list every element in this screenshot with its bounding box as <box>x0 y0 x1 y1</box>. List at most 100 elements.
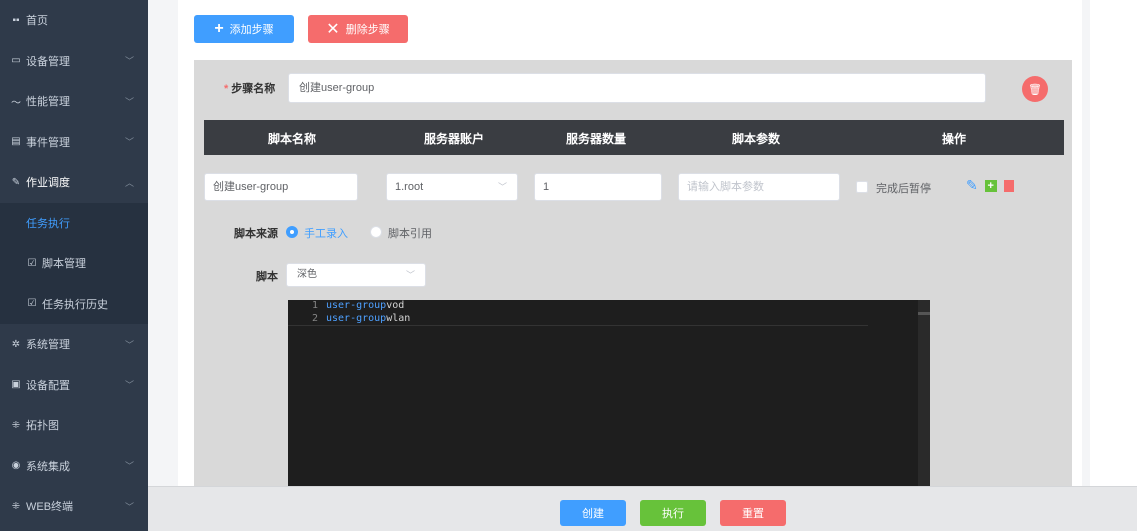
sidebar-item-label: 系统集成 <box>26 460 70 473</box>
add-step-label: 添加步骤 <box>229 24 274 36</box>
script-reference-label[interactable]: 脚本引用 <box>388 225 432 241</box>
create-button[interactable]: 创建 <box>560 500 626 526</box>
col-script-name: 脚本名称 <box>268 132 317 146</box>
sidebar-item-label: WEB终端 <box>26 501 74 514</box>
main-area: + 添加步骤 ✕ 删除步骤 * 步骤名称 创建user-group 🗑︎ 脚本名称… <box>148 0 1137 531</box>
code-text: vod <box>386 300 405 311</box>
step-name-label: * 步骤名称 <box>224 80 275 96</box>
required-mark: * <box>224 83 229 95</box>
topology-icon: ⁜ <box>11 419 21 431</box>
manual-input-radio[interactable] <box>286 226 298 238</box>
add-row-icon[interactable]: + <box>984 179 997 192</box>
add-step-button[interactable]: + 添加步骤 <box>194 15 294 43</box>
code-keyword: user-group <box>326 313 387 324</box>
manual-input-label[interactable]: 手工录入 <box>304 225 348 241</box>
chevron-down-icon: ﹀ <box>405 270 415 280</box>
chevron-down-icon: ﹀ <box>124 339 134 350</box>
theme-select[interactable]: 深色 ﹀ <box>286 263 426 287</box>
sidebar-item-7[interactable]: ☑ 任务执行历史 <box>0 283 148 324</box>
sidebar-item-12[interactable]: ⁜ WEB终端 ﹀ <box>0 486 148 527</box>
chevron-up-icon: ︿ <box>124 177 134 188</box>
sidebar-item-label: 作业调度 <box>26 177 70 190</box>
plus-icon: + <box>214 20 224 37</box>
col-actions: 操作 <box>942 132 967 146</box>
pencil-icon: ✎ <box>11 176 21 188</box>
account-select[interactable]: 1.root ﹀ <box>386 173 518 201</box>
config-icon: ▣ <box>11 379 21 391</box>
step-name-input[interactable]: 创建user-group <box>288 73 986 103</box>
sidebar-item-1[interactable]: ▭ 设备管理 ﹀ <box>0 41 148 82</box>
sidebar-item-4[interactable]: ✎ 作业调度 ︿ <box>0 162 148 203</box>
delete-step-button[interactable]: ✕ 删除步骤 <box>308 15 408 43</box>
edit-icon: ☑ <box>27 298 37 310</box>
col-account: 服务器账户 <box>424 132 485 146</box>
sidebar-item-label: 脚本管理 <box>42 258 86 271</box>
edit-icon[interactable]: ✎ <box>966 177 978 194</box>
theme-value: 深色 <box>297 269 317 280</box>
chevron-down-icon: ﹀ <box>497 182 507 192</box>
script-name-input[interactable]: 创建user-group <box>204 173 358 201</box>
terminal-icon: ⁜ <box>11 500 21 512</box>
right-strip <box>1090 0 1137 531</box>
delete-step-label: 删除步骤 <box>345 24 390 36</box>
editor-scrollbar[interactable] <box>918 300 930 500</box>
grid-icon: ▪▪ <box>12 14 20 26</box>
pause-checkbox[interactable] <box>856 181 868 193</box>
sidebar-item-label: 系统管理 <box>26 339 70 352</box>
line-number: 1 <box>311 300 318 311</box>
sidebar-item-10[interactable]: ⁜ 拓扑图 <box>0 405 148 446</box>
sidebar-item-8[interactable]: ✲ 系统管理 ﹀ <box>0 324 148 365</box>
code-keyword: user-group <box>326 300 387 311</box>
script-table-header: 脚本名称 服务器账户 服务器数量 脚本参数 操作 <box>204 120 1064 155</box>
pause-label: 完成后暂停 <box>876 183 931 195</box>
sidebar: ▪▪ 首页 ▭ 设备管理 ﹀ 〜性能管理 ﹀ ▤ 事件管理 ﹀ ✎ 作业调度 ︿ 任务执行 ☑ 脚本管理 ☑ 任务… <box>0 0 148 531</box>
reset-button[interactable]: 重置 <box>720 500 786 526</box>
location-icon: ◉ <box>11 460 21 472</box>
device-icon: ▭ <box>11 55 21 67</box>
chevron-down-icon: ﹀ <box>124 137 134 148</box>
script-params-input[interactable]: 请输入脚本参数 <box>678 173 840 201</box>
sidebar-item-label: 任务执行 <box>26 217 70 230</box>
sidebar-item-9[interactable]: ▣ 设备配置 ﹀ <box>0 365 148 406</box>
sidebar-item-3[interactable]: ▤ 事件管理 ﹀ <box>0 122 148 163</box>
chevron-down-icon: ﹀ <box>124 461 134 472</box>
sidebar-item-label: 任务执行历史 <box>42 298 108 311</box>
footer-bar: 创建 执行 重置 <box>148 486 1137 531</box>
script-reference-radio[interactable] <box>370 226 382 238</box>
step-name-label-text: 步骤名称 <box>231 83 276 95</box>
code-line: 1 user-group vod <box>288 300 930 313</box>
close-icon: ✕ <box>326 21 340 38</box>
sidebar-item-label: 性能管理 <box>26 96 70 109</box>
trash-icon: 🗑︎ <box>1028 83 1042 96</box>
sidebar-item-6[interactable]: ☑ 脚本管理 <box>0 243 148 284</box>
chevron-down-icon: ﹀ <box>124 56 134 67</box>
sidebar-item-5[interactable]: 任务执行 <box>0 202 148 243</box>
delete-row-icon[interactable] <box>1003 179 1014 192</box>
code-line: 2 user-group wlan <box>288 313 868 326</box>
chevron-down-icon: ﹀ <box>124 96 134 107</box>
server-count-input[interactable]: 1 <box>534 173 662 201</box>
chevron-down-icon: ﹀ <box>124 380 134 391</box>
sidebar-item-0[interactable]: ▪▪ 首页 <box>0 0 148 41</box>
code-editor[interactable]: 1 user-group vod 2 user-group wlan <box>288 300 930 500</box>
scrollbar-thumb[interactable] <box>918 312 930 315</box>
sidebar-item-2[interactable]: 〜性能管理 ﹀ <box>0 81 148 122</box>
col-params: 脚本参数 <box>732 132 781 146</box>
row-actions: ✎ + <box>966 177 1014 194</box>
remove-step-button[interactable]: 🗑︎ <box>1022 76 1048 102</box>
account-value: 1.root <box>395 181 424 193</box>
code-text: wlan <box>386 313 411 324</box>
trend-icon: 〜 <box>11 97 21 109</box>
chevron-down-icon: ﹀ <box>124 501 134 512</box>
sidebar-item-label: 设备管理 <box>26 55 70 68</box>
sidebar-item-11[interactable]: ◉ 系统集成 ﹀ <box>0 446 148 487</box>
script-source-label: 脚本来源 <box>234 228 278 240</box>
step-card: * 步骤名称 创建user-group 🗑︎ 脚本名称 服务器账户 服务器数量 脚… <box>194 60 1072 500</box>
sidebar-item-label: 事件管理 <box>26 136 70 149</box>
line-number: 2 <box>311 313 318 324</box>
script-label: 脚本 <box>256 271 278 283</box>
event-icon: ▤ <box>11 136 21 148</box>
run-button[interactable]: 执行 <box>640 500 706 526</box>
edit-icon: ☑ <box>27 257 37 269</box>
sidebar-item-label: 设备配置 <box>26 379 70 392</box>
